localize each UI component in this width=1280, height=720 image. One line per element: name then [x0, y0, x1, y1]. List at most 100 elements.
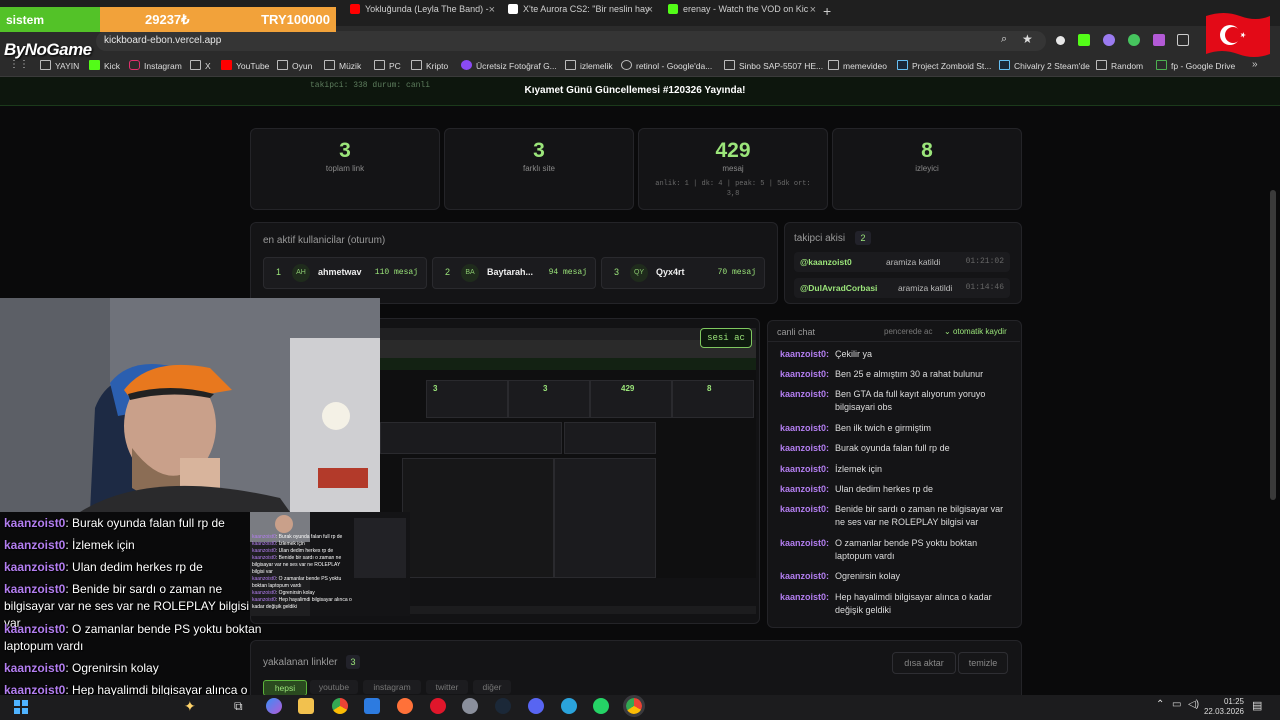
bookmark[interactable]: fp - Google Drive [1156, 60, 1235, 71]
chrome-icon[interactable] [332, 698, 348, 714]
site-icon [461, 60, 472, 70]
network-icon[interactable]: ▭ [1172, 699, 1181, 710]
steam-icon[interactable] [495, 698, 511, 714]
active-user-item[interactable]: 2 BA Baytarah... 94 mesaj [432, 257, 596, 289]
bookmark[interactable]: memevideo [828, 60, 887, 71]
follower-row: @DulAvradCorbasi aramiza katildi 01:14:4… [794, 278, 1010, 298]
kick-extension-icon[interactable] [1078, 34, 1090, 46]
tab-x[interactable]: X'te Aurora CS2: "Bir neslin hay × [508, 4, 653, 22]
drive-icon [1156, 60, 1167, 70]
app-icon[interactable] [462, 698, 478, 714]
firefox-icon[interactable] [397, 698, 413, 714]
puzzle-icon[interactable] [1177, 34, 1189, 46]
avatar: AH [292, 264, 310, 282]
extension-icon[interactable] [1153, 34, 1165, 46]
bookmark[interactable]: Müzik [324, 60, 361, 71]
start-icon[interactable] [14, 700, 28, 714]
stream-preview: 3 3 429 8 [380, 328, 756, 614]
filter-youtube[interactable]: youtube [310, 680, 358, 694]
bookmark[interactable]: Sinbo SAP-5507 HE... [724, 60, 823, 71]
bookmark[interactable]: Ücretsiz Fotoğraf G... [461, 60, 557, 71]
bookmark[interactable]: X [190, 60, 211, 71]
whatsapp-icon[interactable] [593, 698, 609, 714]
preview-card: 8 [672, 380, 754, 418]
mail-icon[interactable] [364, 698, 380, 714]
active-user-item[interactable]: 1 AH ahmetwav 110 mesaj [263, 257, 427, 289]
donation-goal: TRY100000 [261, 12, 330, 27]
webcam-feed [0, 298, 380, 512]
bookmark[interactable]: izlemelik [565, 60, 613, 71]
youtube-icon [221, 60, 232, 70]
preview-card: 429 [590, 380, 672, 418]
active-chrome-icon[interactable] [623, 695, 645, 717]
system-label: sistem [0, 7, 100, 32]
telegram-icon[interactable] [561, 698, 577, 714]
bookmark[interactable]: PC [374, 60, 401, 71]
turkish-flag-icon [1206, 13, 1270, 57]
extension-icon[interactable] [1103, 34, 1115, 46]
bookmark[interactable]: Random [1096, 60, 1143, 71]
banner-title: Kıyamet Günü Güncellemesi #120326 Yayınd… [524, 85, 746, 96]
url-text: kickboard-ebon.vercel.app [104, 35, 222, 46]
folder-icon [411, 60, 422, 70]
preview-links [380, 578, 756, 606]
chevron-down-icon: ⌄ [944, 327, 953, 336]
more-bookmarks-icon[interactable]: » [1252, 59, 1258, 70]
overlay-chat-message: kaanzoist0: İzlemek için [4, 538, 135, 552]
bookmark[interactable]: Oyun [277, 60, 312, 71]
zoom-icon[interactable]: ⌕ [1001, 33, 1007, 46]
bookmark[interactable]: YAYIN [40, 60, 79, 71]
bookmark-star-icon[interactable]: ★ [1022, 32, 1033, 46]
popout-button[interactable]: pencerede ac [884, 327, 932, 336]
tab-kick[interactable]: erenay - Watch the VOD on Kic × [668, 4, 816, 22]
file-explorer-icon[interactable] [298, 698, 314, 714]
bookmark[interactable]: Project Zomboid St... [897, 60, 991, 71]
stat-value: 3 [339, 139, 351, 162]
volume-icon[interactable]: ◁) [1188, 699, 1199, 710]
active-user-item[interactable]: 3 QY Qyx4rt 70 mesaj [601, 257, 765, 289]
folder-icon [324, 60, 335, 70]
filter-twitter[interactable]: twitter [426, 680, 468, 694]
clock-date[interactable]: 22.03.2026 [1200, 707, 1244, 716]
copilot-icon[interactable] [266, 698, 282, 714]
filter-all[interactable]: hepsi [263, 680, 307, 696]
clear-button[interactable]: temizle [958, 652, 1008, 674]
bookmark[interactable]: Chivalry 2 Steam'de [999, 60, 1090, 71]
x-icon [508, 4, 518, 14]
bookmark[interactable]: Kripto [411, 60, 448, 71]
tray-chevron-icon[interactable]: ⌃ [1156, 699, 1164, 710]
google-icon [621, 60, 632, 70]
bookmark[interactable]: Instagram [129, 60, 182, 71]
close-tab-icon[interactable]: × [647, 4, 653, 16]
autoscroll-toggle[interactable]: ⌄ otomatik kaydir [944, 327, 1007, 336]
new-tab-icon[interactable]: + [823, 3, 831, 19]
preview-followers [564, 422, 656, 454]
notification-icon[interactable]: ▤ [1252, 699, 1262, 712]
close-tab-icon[interactable]: × [489, 4, 495, 16]
shield-extension-icon[interactable] [1128, 34, 1140, 46]
bookmark[interactable]: Kick [89, 60, 120, 71]
preview-card: 3 [508, 380, 590, 418]
filter-other[interactable]: diğer [473, 680, 511, 694]
folder-icon [565, 60, 576, 70]
extension-icon[interactable] [1056, 36, 1065, 45]
update-banner: takipci: 338 durum: canli Kıyamet Günü G… [0, 77, 1280, 106]
unmute-button[interactable]: sesi ac [700, 328, 752, 348]
preview-chat [554, 458, 656, 578]
bookmark[interactable]: YouTube [221, 60, 269, 71]
filter-instagram[interactable]: instagram [363, 680, 421, 694]
bookmark[interactable]: retinol - Google'da... [621, 60, 712, 71]
sparkle-icon[interactable]: ✦ [184, 698, 196, 715]
opera-icon[interactable] [430, 698, 446, 714]
scrollbar[interactable] [1270, 190, 1276, 500]
clock-time[interactable]: 01:25 [1212, 697, 1244, 706]
apps-grid-icon[interactable]: ⋮⋮ [9, 59, 29, 70]
address-bar[interactable] [96, 31, 1046, 51]
close-tab-icon[interactable]: × [810, 4, 816, 16]
folder-icon [40, 60, 51, 70]
tab-youtube[interactable]: Yokluğunda (Leyla The Band) - × [350, 4, 495, 22]
task-view-icon[interactable]: ⧉ [234, 699, 243, 714]
brand-logo: ByNoGame [4, 40, 92, 59]
discord-icon[interactable] [528, 698, 544, 714]
export-button[interactable]: dısa aktar [892, 652, 956, 674]
